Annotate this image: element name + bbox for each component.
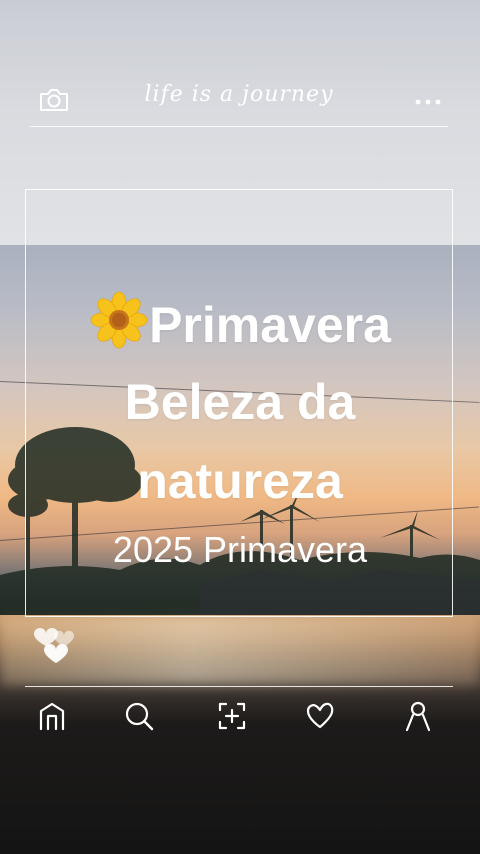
- profile-icon[interactable]: [401, 699, 435, 733]
- bottom-nav: [25, 686, 453, 747]
- more-dots-icon[interactable]: [414, 94, 442, 105]
- post-title-line2: Beleza da: [124, 374, 356, 430]
- post-title-line1: Primavera: [0, 290, 480, 353]
- home-icon[interactable]: [35, 699, 69, 733]
- search-icon[interactable]: [122, 699, 156, 733]
- post-subtitle: 2025 Primavera: [112, 529, 368, 570]
- heart-icon[interactable]: [303, 699, 337, 733]
- sunflower-icon: [89, 290, 149, 350]
- hearts-icon[interactable]: [30, 620, 80, 668]
- top-bar: life is a journey: [30, 80, 448, 127]
- post-title-line3: natureza: [137, 453, 343, 509]
- add-icon[interactable]: [215, 699, 249, 733]
- title-text: Primavera: [149, 297, 391, 353]
- tagline: life is a journey: [144, 82, 334, 107]
